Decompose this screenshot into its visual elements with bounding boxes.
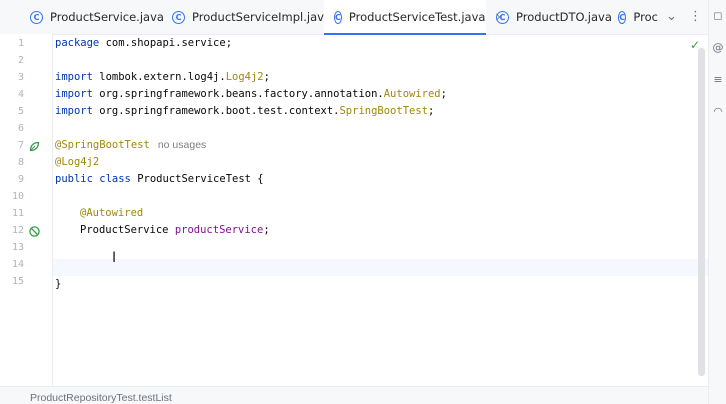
- line-number: 8: [17, 157, 24, 168]
- annotation-ref: SpringBootTest: [339, 105, 428, 117]
- database-icon[interactable]: ≡: [712, 74, 724, 86]
- code-text: ;: [428, 105, 435, 117]
- keyword: package: [55, 37, 100, 49]
- more-icon[interactable]: ⋮: [689, 9, 702, 24]
- code-line-5[interactable]: import org.springframework.boot.test.con…: [55, 103, 434, 120]
- annotation-ref: Log4j2: [225, 71, 264, 83]
- spring-bean-icon[interactable]: [29, 141, 40, 152]
- tab-label: ProductServiceTest.java: [348, 10, 486, 24]
- tab-label: ProductServiceImpl.java: [192, 10, 332, 24]
- line-number: 9: [17, 174, 24, 185]
- annotation: @Log4j2: [55, 156, 100, 168]
- line-number: 3: [17, 72, 24, 83]
- code-line-7[interactable]: @SpringBootTest no usages: [55, 137, 206, 154]
- tab-label: Proc: [633, 10, 658, 24]
- line-number: 14: [11, 259, 24, 270]
- usages-hint[interactable]: no usages: [158, 139, 206, 151]
- line-number: 2: [17, 55, 24, 66]
- code-line-11[interactable]: @Autowired: [80, 205, 143, 222]
- type-name: ProductService: [80, 224, 175, 236]
- line-number: 1: [17, 38, 24, 49]
- class-icon: C: [172, 10, 185, 24]
- tab-overflow[interactable]: C Proc: [618, 0, 658, 34]
- line-number: 13: [11, 242, 24, 253]
- keyword: import: [55, 88, 93, 100]
- code-text: ;: [263, 71, 270, 83]
- gradle-icon[interactable]: ◠: [712, 106, 724, 118]
- editor-tab-bar: C ProductService.java C ProductServiceIm…: [0, 0, 708, 35]
- vertical-scrollbar[interactable]: [698, 48, 705, 376]
- code-line-3[interactable]: import lombok.extern.log4j.Log4j2;: [55, 69, 270, 86]
- class-icon: C: [30, 10, 43, 24]
- tab-product-dto[interactable]: C ProductDTO.java: [496, 0, 612, 34]
- code-text: org.springframework.boot.test.context.: [92, 105, 340, 117]
- code-line-4[interactable]: import org.springframework.beans.factory…: [55, 86, 447, 103]
- tab-product-service[interactable]: C ProductService.java: [30, 0, 164, 34]
- annotation: @Autowired: [80, 207, 144, 219]
- code-line-1[interactable]: package com.shopapi.service;: [55, 35, 232, 52]
- class-icon: C: [334, 10, 342, 24]
- status-breadcrumb[interactable]: ProductRepositoryTest.testList: [30, 392, 172, 404]
- tab-label: ProductService.java: [50, 10, 164, 24]
- status-bar: ProductRepositoryTest.testList: [0, 386, 708, 404]
- line-number: 11: [11, 208, 24, 219]
- autowired-bean-icon[interactable]: [29, 226, 40, 237]
- code-line-15[interactable]: }: [55, 276, 61, 293]
- line-number: 12: [11, 225, 24, 236]
- code-text: ;: [263, 224, 270, 236]
- field-name: productService: [174, 224, 264, 236]
- line-number: 10: [11, 191, 24, 202]
- notifications-icon[interactable]: ◻: [712, 10, 724, 22]
- annotation: @SpringBootTest: [55, 139, 150, 151]
- keyword: import: [55, 71, 93, 83]
- class-icon: C: [618, 10, 627, 24]
- line-number: 6: [17, 123, 24, 134]
- keyword: import: [55, 105, 93, 117]
- right-tool-strip: ◻ @ ≡ ◠: [708, 0, 726, 404]
- line-number: 7: [17, 140, 24, 151]
- ai-assistant-icon[interactable]: @: [712, 42, 724, 54]
- keyword: public: [55, 173, 93, 185]
- tab-product-service-impl[interactable]: C ProductServiceImpl.java: [172, 0, 331, 34]
- code-line-9[interactable]: public class ProductServiceTest {: [55, 171, 264, 188]
- code-line-8[interactable]: @Log4j2: [55, 154, 99, 171]
- code-line-12[interactable]: ProductService productService;: [80, 222, 270, 239]
- code-text: org.springframework.beans.factory.annota…: [92, 88, 384, 100]
- tab-product-service-test[interactable]: C ProductServiceTest.java ×: [324, 0, 505, 35]
- class-icon: C: [496, 10, 509, 24]
- line-number: 4: [17, 89, 24, 100]
- line-number: 5: [17, 106, 24, 117]
- current-line-highlight: [53, 259, 708, 276]
- keyword: class: [99, 173, 131, 185]
- annotation-ref: Autowired: [383, 88, 441, 100]
- code-text: com.shopapi.service;: [99, 37, 233, 49]
- line-number: 15: [11, 276, 24, 287]
- code-text: lombok.extern.log4j.: [92, 71, 226, 83]
- chevron-down-icon[interactable]: ⌄: [666, 9, 677, 24]
- tab-label: ProductDTO.java: [516, 10, 612, 24]
- line-number-gutter: 1 2 3 4 5 6 7 8 9 10 11 12 13 14 15: [0, 34, 52, 386]
- gutter-divider: [52, 34, 53, 386]
- code-text: ProductServiceTest {: [130, 173, 264, 185]
- code-text: }: [55, 278, 62, 290]
- code-text: ;: [440, 88, 447, 100]
- text-cursor-icon: I: [112, 250, 117, 266]
